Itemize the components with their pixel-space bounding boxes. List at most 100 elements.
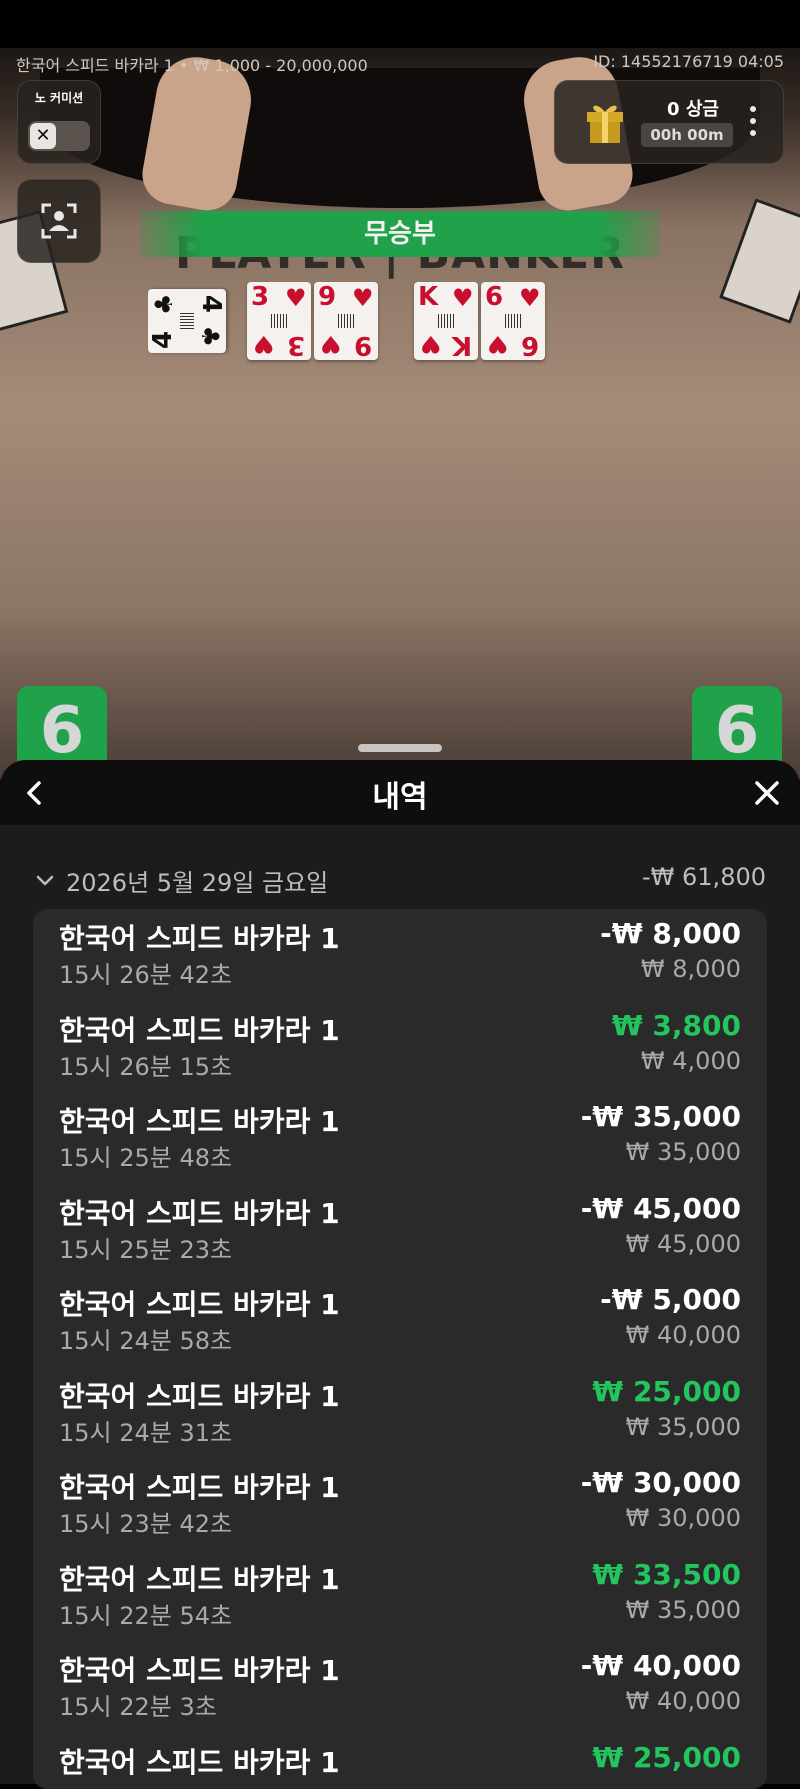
camera-view-icon [39,201,79,241]
bet-time: 15시 26분 15초 [59,1047,232,1082]
card-suit-icon: ♥ [487,330,509,358]
history-row[interactable]: 한국어 스피드 바카라 115시 25분 48초 -₩ 35,000 ₩ 35,00… [33,1092,767,1183]
bet-time: 15시 24분 58초 [59,1321,232,1356]
card-rank: 3 [251,282,269,312]
game-name: 한국어 스피드 바카라 1 [59,1375,340,1415]
gift-icon [585,98,625,144]
result-banner: 무승부 [140,211,660,257]
bet-stake: ₩ 40,000 [626,1321,741,1349]
card-barcode [438,314,454,328]
bet-time: 15시 23분 42초 [59,1504,232,1539]
drag-handle[interactable] [358,744,442,752]
card-rank: K [452,330,472,360]
bet-stake: ₩ 45,000 [626,1230,741,1258]
bet-time: 15시 25분 23초 [59,1230,232,1265]
no-commission-toggle[interactable]: ✕ [28,121,90,151]
card-barcode [338,314,354,328]
status-bar [0,0,800,48]
history-row[interactable]: 한국어 스피드 바카라 1 ₩ 25,000 [33,1733,767,1789]
bet-time: 15시 22분 54초 [59,1596,232,1631]
card-suit-icon: ♥ [519,284,541,312]
history-header: 내역 [0,760,800,825]
bet-result: -₩ 5,000 [600,1283,741,1316]
player-card-2: 3 ♥ 3 ♥ [247,282,311,360]
no-commission-control[interactable]: 노 커미션 ✕ [17,80,101,164]
card-suit-icon: ♥ [320,330,342,358]
prize-count: 0 상금 [641,95,745,121]
discard-tray [719,198,800,324]
history-row[interactable]: 한국어 스피드 바카라 115시 24분 31초 ₩ 25,000 ₩ 35,000 [33,1367,767,1458]
bet-result: ₩ 25,000 [592,1741,741,1774]
card-barcode [271,314,287,328]
live-game-view: 한국어 스피드 바카라 1 • ₩ 1,000 - 20,000,000 ID:… [0,48,800,780]
bet-time: 15시 26분 42초 [59,955,232,990]
no-commission-label: 노 커미션 [18,89,100,106]
bet-stake: ₩ 40,000 [626,1687,741,1715]
player-card-3: 9♥9♥ [314,282,378,360]
history-row[interactable]: 한국어 스피드 바카라 115시 23분 42초-₩ 30,000₩ 30,00… [33,1458,767,1549]
player-card-1: 4 ♣ 4 ♣ [148,289,226,353]
bet-result: -₩ 30,000 [581,1466,741,1499]
bet-result: ₩ 33,500 [592,1558,741,1591]
game-name: 한국어 스피드 바카라 1 [59,1009,340,1049]
bet-stake: ₩ 35,000 [626,1596,741,1624]
prize-timer: 00h 00m [641,123,733,147]
bet-time: 15시 25분 48초 [59,1138,232,1173]
bet-stake: ₩ 8,000 [641,955,741,983]
card-rank: 6 [485,282,503,312]
banker-card-1: K♥K♥ [414,282,478,360]
card-suit-icon: ♥ [452,284,474,312]
bet-result: -₩ 40,000 [581,1649,741,1682]
bet-time: 15시 24분 31초 [59,1413,232,1448]
more-vertical-icon[interactable] [749,103,757,139]
date-label: 2026년 5월 29일 금요일 [66,863,328,898]
game-name: 한국어 스피드 바카라 1 [59,917,340,957]
history-row[interactable]: 한국어 스피드 바카라 115시 26분 42초 -₩ 8,000 ₩ 8,000 [33,909,767,1000]
game-name: 한국어 스피드 바카라 1 [59,1283,340,1323]
bet-result: -₩ 35,000 [581,1100,741,1133]
bet-result: ₩ 3,800 [612,1009,741,1042]
bet-stake: ₩ 4,000 [641,1047,741,1075]
table-info: 한국어 스피드 바카라 1 • ₩ 1,000 - 20,000,000 [16,52,368,76]
camera-view-button[interactable] [17,179,101,263]
card-suit-icon: ♣ [150,293,178,315]
banker-card-2: 6 ♥ 6 ♥ [481,282,545,360]
close-icon[interactable] [752,778,782,808]
bet-stake: ₩ 35,000 [626,1413,741,1441]
history-panel: 2026년 5월 29일 금요일 -₩ 61,800 한국어 스피드 바카라 1… [0,825,800,1784]
history-row[interactable]: 한국어 스피드 바카라 115시 26분 15초 ₩ 3,800 ₩ 4,000 [33,1001,767,1092]
round-info: ID: 14552176719 04:05 [593,52,784,71]
close-toggle-icon: ✕ [30,123,56,149]
card-rank: 3 [287,330,305,360]
card-suit-icon: ♣ [196,325,224,347]
card-suit-icon: ♥ [253,330,275,358]
card-barcode [505,314,521,328]
card-rank: 4 [148,331,178,349]
game-name: 한국어 스피드 바카라 1 [59,1558,340,1598]
date-group-header[interactable]: 2026년 5월 29일 금요일 -₩ 61,800 [34,863,766,897]
prize-widget[interactable]: 0 상금 00h 00m [554,80,784,164]
history-row[interactable]: 한국어 스피드 바카라 115시 25분 23초-₩ 45,000₩ 45,00… [33,1184,767,1275]
card-rank: K [418,282,438,312]
bet-result: -₩ 8,000 [600,917,741,950]
card-rank: 4 [196,295,226,313]
history-row[interactable]: 한국어 스피드 바카라 115시 22분 54초 ₩ 33,500 ₩ 35,000 [33,1550,767,1641]
bet-result: -₩ 45,000 [581,1192,741,1225]
card-barcode [180,313,194,329]
game-name: 한국어 스피드 바카라 1 [59,1741,340,1781]
bet-result: ₩ 25,000 [592,1375,741,1408]
bet-stake: ₩ 35,000 [626,1138,741,1166]
history-list: 한국어 스피드 바카라 115시 26분 42초-₩ 8,000₩ 8,000한… [33,909,767,1789]
chevron-down-icon [34,869,56,891]
history-row[interactable]: 한국어 스피드 바카라 115시 22분 3초-₩ 40,000₩ 40,000 [33,1641,767,1732]
game-name: 한국어 스피드 바카라 1 [59,1466,340,1506]
history-row[interactable]: 한국어 스피드 바카라 115시 24분 58초 -₩ 5,000 ₩ 40,000 [33,1275,767,1366]
card-suit-icon: ♥ [285,284,307,312]
card-rank: 6 [521,330,539,360]
page-title: 내역 [0,772,800,816]
card-rank: 9 [354,330,372,360]
date-total: -₩ 61,800 [642,863,766,891]
game-name: 한국어 스피드 바카라 1 [59,1649,340,1689]
game-name: 한국어 스피드 바카라 1 [59,1100,340,1140]
card-rank: 9 [318,282,336,312]
